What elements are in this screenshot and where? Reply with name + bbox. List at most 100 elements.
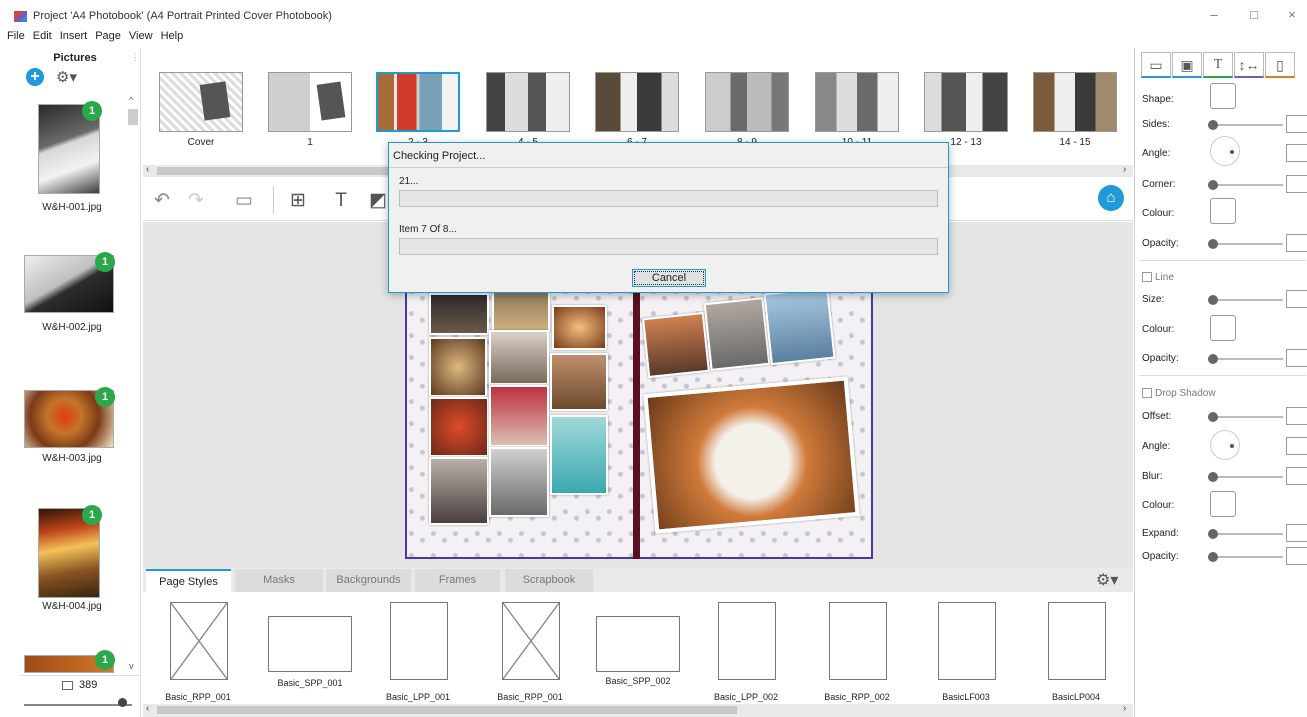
- slider-handle[interactable]: [1208, 239, 1218, 249]
- corner-slider[interactable]: [1208, 180, 1283, 190]
- minimize-button[interactable]: –: [1200, 4, 1228, 26]
- page-thumbnail[interactable]: [815, 72, 899, 132]
- scroll-right-icon[interactable]: ›: [1123, 164, 1126, 175]
- picture-item[interactable]: 1: [20, 648, 130, 673]
- page-thumbnail[interactable]: [159, 72, 243, 132]
- photo[interactable]: [489, 385, 549, 447]
- tab-scrapbook[interactable]: Scrapbook: [505, 569, 593, 592]
- photo[interactable]: [429, 457, 489, 525]
- sides-slider[interactable]: [1208, 120, 1283, 130]
- photo[interactable]: [429, 337, 487, 397]
- slider-handle[interactable]: [1208, 120, 1218, 130]
- page-tab-icon[interactable]: ▯: [1265, 52, 1295, 78]
- scrollbar-thumb[interactable]: [157, 706, 737, 714]
- gear-icon[interactable]: ⚙▾: [1096, 570, 1118, 590]
- menu-view[interactable]: View: [129, 30, 153, 42]
- photo[interactable]: [550, 415, 608, 495]
- menu-page[interactable]: Page: [95, 30, 121, 42]
- line-opacity-value[interactable]: [1286, 349, 1307, 367]
- photo[interactable]: [643, 376, 860, 534]
- menu-help[interactable]: Help: [161, 30, 184, 42]
- page-thumbnail[interactable]: [595, 72, 679, 132]
- cancel-button[interactable]: Cancel: [632, 269, 706, 287]
- page-thumbnail[interactable]: [1033, 72, 1117, 132]
- redo-icon[interactable]: ↷: [183, 190, 209, 212]
- slider-handle[interactable]: [1208, 295, 1218, 305]
- photo[interactable]: [550, 353, 608, 411]
- slider-handle[interactable]: [118, 698, 127, 707]
- offset-slider[interactable]: [1208, 412, 1283, 422]
- slider-handle[interactable]: [1208, 472, 1218, 482]
- picture-item[interactable]: 1 W&H-001.jpg: [20, 96, 130, 226]
- tab-masks[interactable]: Masks: [235, 569, 323, 592]
- offset-value[interactable]: [1286, 407, 1307, 425]
- scroll-left-icon[interactable]: ‹: [146, 703, 149, 714]
- angle-value[interactable]: [1286, 144, 1307, 162]
- angle-dial[interactable]: [1210, 136, 1240, 166]
- pictures-scrollbar[interactable]: ^ v: [127, 95, 139, 675]
- add-picture-button[interactable]: +: [26, 68, 44, 86]
- tab-page-styles[interactable]: Page Styles: [146, 569, 231, 592]
- shadow-opacity-slider[interactable]: [1208, 552, 1283, 562]
- picture-item[interactable]: 1 W&H-002.jpg: [20, 248, 130, 348]
- shadow-colour-swatch[interactable]: [1210, 491, 1236, 517]
- basket-icon[interactable]: ⌂: [1098, 185, 1124, 211]
- styles-scrollbar[interactable]: ‹ ›: [143, 703, 1133, 717]
- tab-backgrounds[interactable]: Backgrounds: [326, 569, 411, 592]
- page-thumbnail[interactable]: [268, 72, 352, 132]
- scroll-right-icon[interactable]: ›: [1123, 703, 1126, 714]
- page-thumbnail-selected[interactable]: [375, 71, 461, 133]
- colour-swatch[interactable]: [1210, 198, 1236, 224]
- photo[interactable]: [552, 305, 607, 350]
- scroll-up-icon[interactable]: ^: [129, 95, 133, 105]
- thumbnail-size-slider[interactable]: [24, 704, 132, 706]
- sides-value[interactable]: [1286, 115, 1307, 133]
- add-text-icon[interactable]: T: [328, 190, 354, 212]
- slider-handle[interactable]: [1208, 354, 1218, 364]
- line-checkbox[interactable]: [1142, 272, 1152, 282]
- opacity-slider[interactable]: [1208, 239, 1283, 249]
- undo-icon[interactable]: ↶: [149, 190, 175, 212]
- text-tab-icon[interactable]: T: [1203, 52, 1233, 78]
- scroll-left-icon[interactable]: ‹: [146, 164, 149, 175]
- photo[interactable]: [429, 397, 489, 457]
- gear-icon[interactable]: ⚙▾: [56, 68, 77, 86]
- corner-value[interactable]: [1286, 175, 1307, 193]
- drop-shadow-checkbox[interactable]: [1142, 388, 1152, 398]
- image-tab-icon[interactable]: ▣: [1172, 52, 1202, 78]
- picture-item[interactable]: 1 W&H-003.jpg: [20, 383, 130, 483]
- slider-handle[interactable]: [1208, 180, 1218, 190]
- menu-file[interactable]: File: [7, 30, 25, 42]
- line-colour-swatch[interactable]: [1210, 315, 1236, 341]
- photo[interactable]: [492, 290, 550, 332]
- slider-handle[interactable]: [1208, 552, 1218, 562]
- blur-value[interactable]: [1286, 467, 1307, 485]
- photo[interactable]: [489, 447, 549, 517]
- size-value[interactable]: [1286, 290, 1307, 308]
- shadow-opacity-value[interactable]: [1286, 547, 1307, 565]
- line-opacity-slider[interactable]: [1208, 354, 1283, 364]
- scrollbar-thumb[interactable]: [128, 109, 138, 125]
- menu-edit[interactable]: Edit: [33, 30, 52, 42]
- slider-handle[interactable]: [1208, 412, 1218, 422]
- opacity-value[interactable]: [1286, 234, 1307, 252]
- page-thumbnail[interactable]: [705, 72, 789, 132]
- photo[interactable]: [642, 311, 710, 379]
- tab-frames[interactable]: Frames: [415, 569, 500, 592]
- blur-slider[interactable]: [1208, 472, 1283, 482]
- slider-handle[interactable]: [1208, 529, 1218, 539]
- picture-item[interactable]: 1 W&H-004.jpg: [20, 503, 130, 613]
- expand-value[interactable]: [1286, 524, 1307, 542]
- maximize-button[interactable]: □: [1240, 4, 1268, 26]
- expand-slider[interactable]: [1208, 529, 1283, 539]
- photo[interactable]: [763, 286, 836, 366]
- shape-tab-icon[interactable]: ▭: [1141, 52, 1171, 78]
- shadow-angle-value[interactable]: [1286, 437, 1307, 455]
- photo[interactable]: [489, 330, 549, 385]
- menu-insert[interactable]: Insert: [60, 30, 88, 42]
- spacing-tab-icon[interactable]: ↕↔: [1234, 52, 1264, 78]
- scroll-down-icon[interactable]: v: [129, 661, 134, 671]
- add-image-icon[interactable]: ⊞: [285, 190, 311, 212]
- size-slider[interactable]: [1208, 295, 1283, 305]
- photo[interactable]: [429, 293, 489, 335]
